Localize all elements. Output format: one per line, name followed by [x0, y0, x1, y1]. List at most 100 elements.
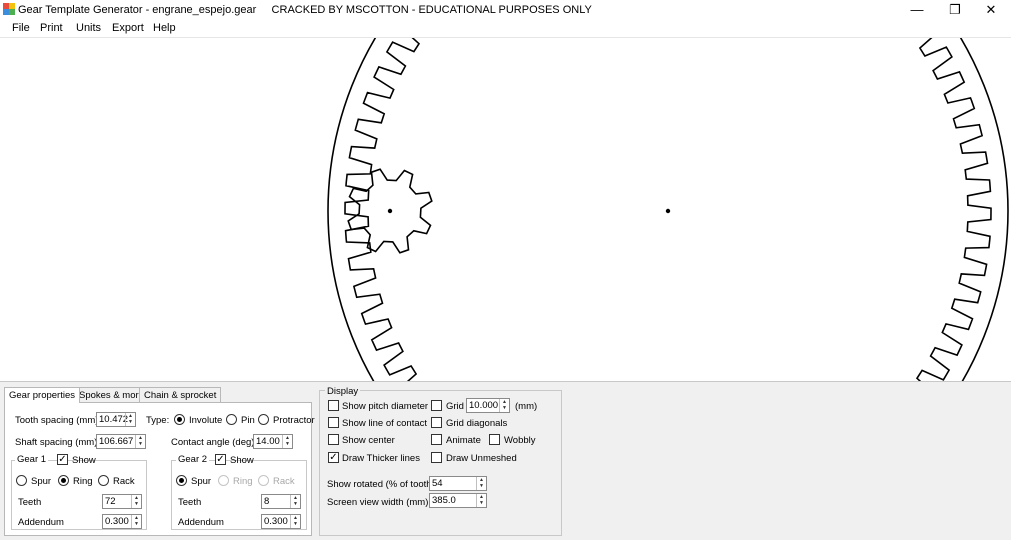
gear1-show-checkbox[interactable]: ✓	[57, 454, 68, 465]
menu-file[interactable]: File	[12, 22, 30, 34]
shaft-spacing-value: 106.667	[99, 436, 134, 447]
app-icon	[3, 3, 15, 15]
menu-units[interactable]: Units	[76, 22, 101, 34]
spin-down-icon[interactable]: ▼	[132, 521, 141, 527]
spin-down-icon[interactable]: ▼	[136, 441, 145, 447]
spin-down-icon[interactable]: ▼	[283, 441, 292, 447]
wobbly-label: Wobbly	[504, 435, 536, 446]
gear1-spur-label: Spur	[31, 476, 52, 487]
gear2-ring-label: Ring	[233, 476, 253, 487]
spin-down-icon[interactable]: ▼	[477, 483, 486, 489]
grid-diagonals-checkbox[interactable]	[431, 417, 442, 428]
gear2-addendum-label: Addendum	[178, 517, 224, 528]
animate-checkbox[interactable]	[431, 434, 442, 445]
type-pin-radio[interactable]	[226, 414, 237, 425]
grid-size-value: 10.000	[469, 400, 499, 411]
animate-label: Animate	[446, 435, 481, 446]
gear2-spur-radio[interactable]	[176, 475, 187, 486]
type-pin-label: Pin	[241, 415, 255, 426]
gear2-rack-label: Rack	[273, 476, 295, 487]
draw-unmeshed-label: Draw Unmeshed	[446, 453, 517, 464]
gear1-show-label: Show	[72, 455, 96, 466]
show-pitch-diameter-label: Show pitch diameter	[342, 401, 429, 412]
close-button[interactable]: ✕	[973, 0, 1009, 19]
gear1-teeth-label: Teeth	[18, 497, 42, 508]
tab-gear-properties[interactable]: Gear properties	[4, 387, 81, 403]
show-center-checkbox[interactable]	[328, 434, 339, 445]
ring-center-dot	[665, 208, 671, 214]
screen-view-width-stepper[interactable]: 385.0 ▲ ▼	[429, 493, 487, 508]
show-line-of-contact-checkbox[interactable]	[328, 417, 339, 428]
shaft-spacing-stepper[interactable]: 106.667 ▲ ▼	[96, 434, 146, 449]
spin-down-icon[interactable]: ▼	[477, 500, 486, 506]
gear2-teeth-stepper[interactable]: 8 ▲ ▼	[261, 494, 301, 509]
spin-down-icon[interactable]: ▼	[500, 405, 509, 411]
gear2-teeth-value: 8	[264, 496, 270, 507]
spin-down-icon[interactable]: ▼	[291, 521, 300, 527]
contact-angle-value: 14.00	[256, 436, 280, 447]
type-involute-label: Involute	[189, 415, 223, 426]
menu-bar: File Print Units Export Help	[0, 19, 1011, 37]
gear2-rack-radio	[258, 475, 269, 486]
tab-chain-sprocket[interactable]: Chain & sprocket	[139, 387, 222, 402]
show-center-label: Show center	[342, 435, 395, 446]
gear2-show-checkbox[interactable]: ✓	[215, 454, 226, 465]
grid-unit-label: (mm)	[515, 401, 538, 412]
gear1-addendum-value: 0.300	[105, 516, 129, 527]
gear2-addendum-stepper[interactable]: 0.300 ▲ ▼	[261, 514, 301, 529]
gear2-addendum-value: 0.300	[264, 516, 288, 527]
tooth-spacing-stepper[interactable]: 10.472 ▲ ▼	[96, 412, 136, 427]
gear-properties-page: Tooth spacing (mm) 10.472 ▲ ▼ Type: Invol…	[4, 402, 315, 536]
menu-export[interactable]: Export	[112, 22, 144, 34]
grid-size-stepper[interactable]: 10.000 ▲ ▼	[466, 398, 510, 413]
gear1-addendum-stepper[interactable]: 0.300 ▲ ▼	[102, 514, 142, 529]
gear1-ring-radio[interactable]	[58, 475, 69, 486]
gear2-show-label: Show	[230, 455, 254, 466]
minimize-button[interactable]: —	[899, 0, 935, 19]
display-title: Display	[325, 386, 361, 397]
tooth-spacing-label: Tooth spacing (mm)	[15, 415, 99, 426]
type-involute-radio[interactable]	[174, 414, 185, 425]
gear1-rack-label: Rack	[113, 476, 135, 487]
gear1-teeth-value: 72	[105, 496, 116, 507]
grid-diagonals-label: Grid diagonals	[446, 418, 508, 429]
window-title: Gear Template Generator - engrane_espejo…	[18, 4, 592, 16]
show-pitch-diameter-checkbox[interactable]	[328, 400, 339, 411]
show-rotated-value: 54	[432, 478, 443, 489]
spin-down-icon[interactable]: ▼	[291, 501, 300, 507]
wobbly-checkbox[interactable]	[489, 434, 500, 445]
control-panel: Gear properties Spokes & more Chain & sp…	[0, 381, 1011, 540]
contact-angle-stepper[interactable]: 14.00 ▲ ▼	[253, 434, 293, 449]
gear2-label: Gear 2	[176, 454, 210, 465]
maximize-button[interactable]: ❐	[937, 0, 973, 19]
gear1-spur-radio[interactable]	[16, 475, 27, 486]
draw-thicker-lines-checkbox[interactable]: ✓	[328, 452, 339, 463]
draw-thicker-lines-label: Draw Thicker lines	[342, 453, 420, 464]
screen-view-width-label: Screen view width (mm)	[327, 497, 429, 508]
spin-down-icon[interactable]: ▼	[126, 419, 135, 425]
gear1-addendum-label: Addendum	[18, 517, 64, 528]
gear-canvas[interactable]	[0, 37, 1011, 382]
pinion-center-dot	[387, 208, 393, 214]
spin-down-icon[interactable]: ▼	[132, 501, 141, 507]
gear2-ring-radio	[218, 475, 229, 486]
type-protractor-radio[interactable]	[258, 414, 269, 425]
draw-unmeshed-checkbox[interactable]	[431, 452, 442, 463]
gear1-label: Gear 1	[15, 454, 49, 465]
gear1-teeth-stepper[interactable]: 72 ▲ ▼	[102, 494, 142, 509]
gear-drawing	[327, 38, 1009, 382]
show-rotated-stepper[interactable]: 54 ▲ ▼	[429, 476, 487, 491]
tooth-spacing-value: 10.472	[99, 414, 129, 425]
type-label: Type:	[146, 415, 170, 426]
screen-view-width-value: 385.0	[432, 495, 456, 506]
gear2-teeth-label: Teeth	[178, 497, 202, 508]
menu-help[interactable]: Help	[153, 22, 176, 34]
type-protractor-label: Protractor	[273, 415, 315, 426]
shaft-spacing-label: Shaft spacing (mm)	[15, 437, 98, 448]
tab-spokes-more[interactable]: Spokes & more	[74, 387, 149, 402]
gear1-rack-radio[interactable]	[98, 475, 109, 486]
show-rotated-label: Show rotated (% of tooth)	[327, 479, 435, 490]
menu-print[interactable]: Print	[40, 22, 63, 34]
gear1-ring-label: Ring	[73, 476, 93, 487]
grid-checkbox[interactable]	[431, 400, 442, 411]
